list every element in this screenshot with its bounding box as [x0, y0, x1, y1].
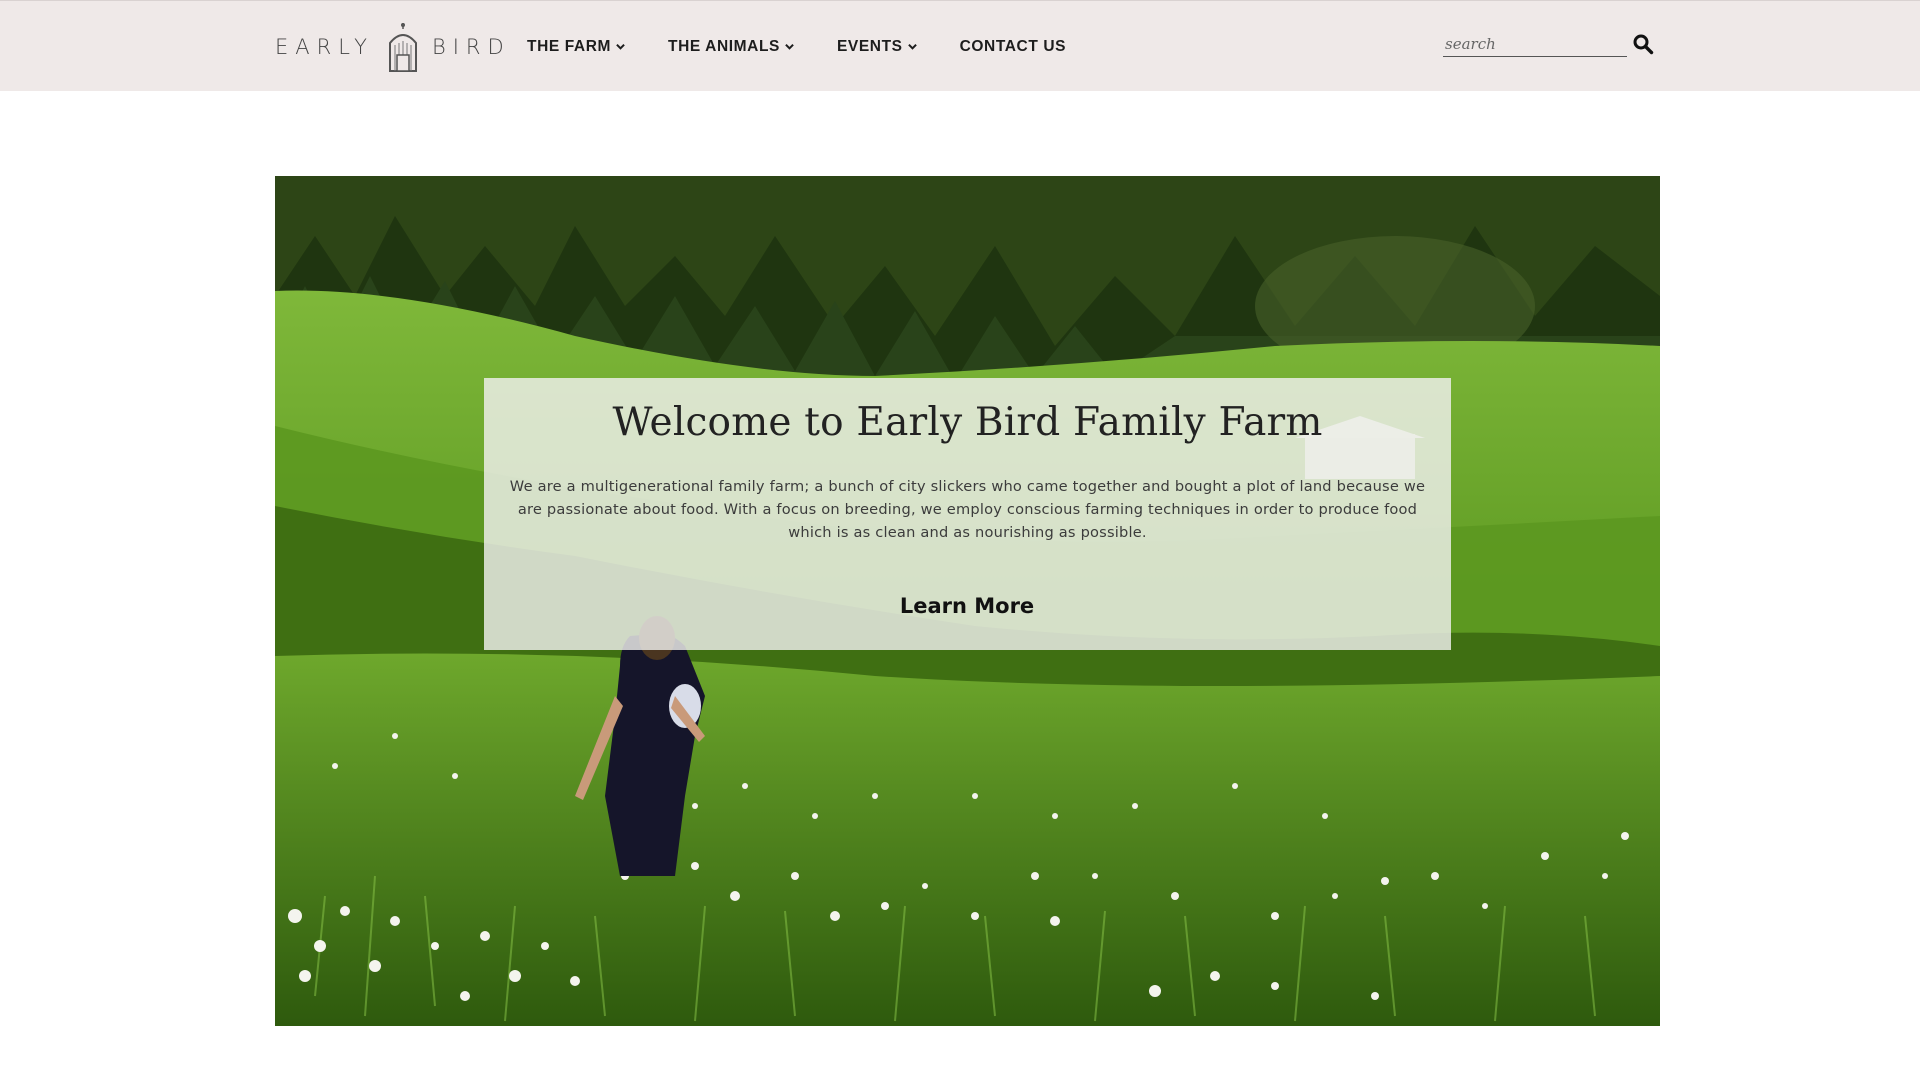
chevron-down-icon	[616, 43, 625, 50]
search-input[interactable]	[1443, 31, 1627, 57]
nav-item-events[interactable]: EVENTS	[837, 38, 917, 56]
nav-item-contact-us[interactable]: CONTACT US	[960, 38, 1066, 56]
chevron-down-icon	[907, 43, 917, 50]
intro-paragraph: We are a multigenerational family farm; …	[509, 478, 1426, 541]
nav-item-label: CONTACT US	[959, 37, 1067, 55]
nav-item-the-farm[interactable]: THE FARM	[527, 38, 625, 56]
learn-more-link[interactable]: Learn More	[867, 588, 1067, 624]
logo-text-bird: BIRD	[431, 35, 511, 59]
nav-item-the-animals[interactable]: THE ANIMALS	[668, 38, 794, 56]
welcome-card: Welcome to Early Bird Family Farm We are…	[484, 378, 1451, 650]
barn-icon	[388, 23, 417, 72]
logo-text-early: EARLY	[275, 35, 374, 59]
page-title: Welcome to Early Bird Family Farm	[612, 400, 1323, 445]
site-header: EARLY BIRD THE FARM THE ANIMALS EVENTS C…	[0, 0, 1920, 91]
main-nav: THE FARM THE ANIMALS EVENTS CONTACT US	[527, 1, 1109, 92]
chevron-down-icon	[785, 43, 794, 50]
hero-banner: Welcome to Early Bird Family Farm We are…	[275, 176, 1660, 1026]
search-icon[interactable]	[1632, 33, 1654, 55]
nav-item-label: THE ANIMALS	[668, 37, 780, 55]
search-form	[1443, 31, 1655, 61]
nav-item-label: THE FARM	[527, 37, 612, 55]
site-logo[interactable]: EARLY BIRD	[275, 19, 511, 75]
nav-item-label: EVENTS	[836, 37, 903, 55]
